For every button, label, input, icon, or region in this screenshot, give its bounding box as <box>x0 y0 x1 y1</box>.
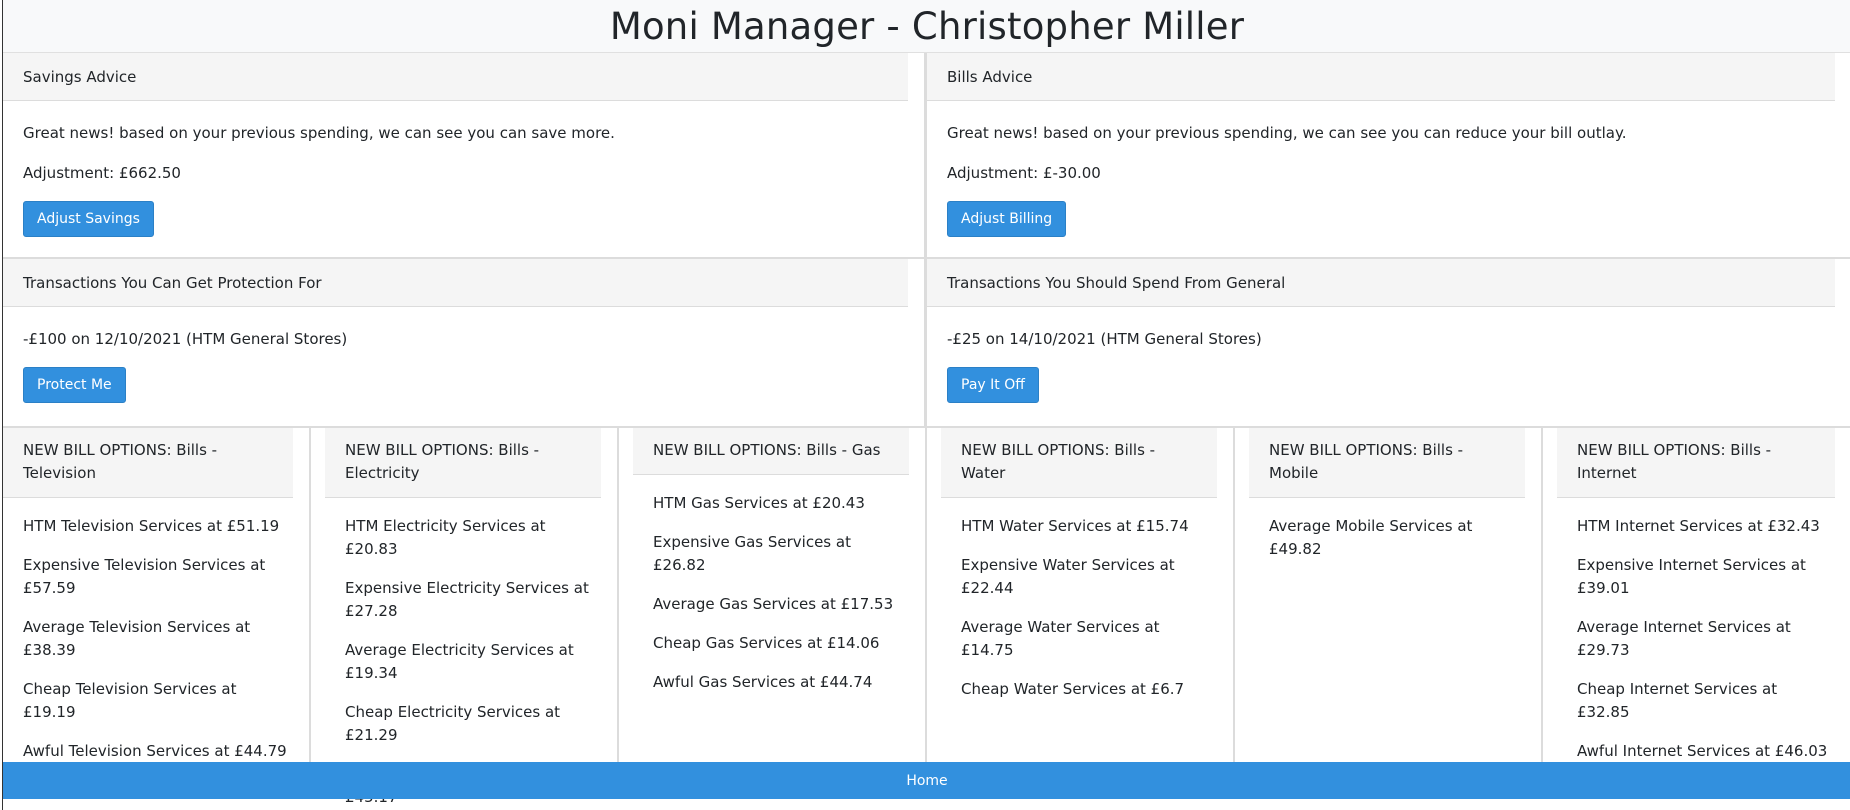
bill-option-item: Average Water Services at £14.75 <box>961 618 1160 659</box>
bill-option-item: HTM Internet Services at £32.43 <box>1577 517 1820 535</box>
bill-option-item: Expensive Electricity Services at £27.28 <box>345 579 589 620</box>
transactions-row: Transactions You Can Get Protection For … <box>3 259 1850 428</box>
adjust-billing-button[interactable]: Adjust Billing <box>947 201 1067 237</box>
bill-option-item: Awful Gas Services at £44.74 <box>653 673 873 691</box>
bills-adjustment: Adjustment: £-30.00 <box>947 164 1101 182</box>
bill-option-item: Average Electricity Services at £19.34 <box>345 641 574 682</box>
pay-it-off-button[interactable]: Pay It Off <box>947 367 1039 403</box>
bills-advice-message: Great news! based on your previous spend… <box>947 124 1627 142</box>
bill-option-item: Expensive Television Services at £57.59 <box>23 556 266 597</box>
bill-option-item: Expensive Gas Services at £26.82 <box>653 533 851 574</box>
bill-options-gas: NEW BILL OPTIONS: Bills - Gas HTM Gas Se… <box>619 428 927 766</box>
advice-row: Savings Advice Great news! based on your… <box>3 53 1850 259</box>
bill-option-item: Average Television Services at £38.39 <box>23 618 251 659</box>
protection-transaction: -£100 on 12/10/2021 (HTM General Stores) <box>23 330 348 348</box>
footer-nav: Home <box>3 762 1850 799</box>
bill-options-row: NEW BILL OPTIONS: Bills - Television HTM… <box>3 428 1850 806</box>
bill-options-mobile: NEW BILL OPTIONS: Bills - Mobile Average… <box>1235 428 1543 766</box>
bill-option-item: Average Internet Services at £29.73 <box>1577 618 1791 659</box>
bill-options-television: NEW BILL OPTIONS: Bills - Television HTM… <box>3 428 311 766</box>
bill-options-electricity: NEW BILL OPTIONS: Bills - Electricity HT… <box>311 428 619 806</box>
bill-option-item: Awful Television Services at £44.79 <box>23 742 287 760</box>
bill-option-item: Expensive Internet Services at £39.01 <box>1577 556 1806 597</box>
bill-option-item: HTM Water Services at £15.74 <box>961 517 1189 535</box>
bill-option-item: HTM Electricity Services at £20.83 <box>345 517 546 558</box>
bill-options-list: HTM Internet Services at £32.43 Expensiv… <box>1543 498 1850 763</box>
bills-advice-body: Great news! based on your previous spend… <box>927 101 1850 237</box>
bill-option-item: Awful Internet Services at £46.03 <box>1577 742 1828 760</box>
bill-option-item: Expensive Water Services at £22.44 <box>961 556 1175 597</box>
general-transaction: -£25 on 14/10/2021 (HTM General Stores) <box>947 330 1262 348</box>
general-spend-header: Transactions You Should Spend From Gener… <box>927 259 1835 307</box>
bill-option-item: HTM Gas Services at £20.43 <box>653 494 865 512</box>
general-spend-card: Transactions You Should Spend From Gener… <box>927 259 1850 426</box>
savings-advice-body: Great news! based on your previous spend… <box>3 101 924 237</box>
savings-advice-message: Great news! based on your previous spend… <box>23 124 615 142</box>
app-root: Moni Manager - Christopher Miller Saving… <box>2 0 1850 810</box>
bill-options-header: NEW BILL OPTIONS: Bills - Television <box>3 428 293 498</box>
protection-card: Transactions You Can Get Protection For … <box>3 259 927 426</box>
bill-option-item: Cheap Television Services at £19.19 <box>23 680 237 721</box>
general-spend-body: -£25 on 14/10/2021 (HTM General Stores) … <box>927 307 1850 403</box>
protection-header: Transactions You Can Get Protection For <box>3 259 908 307</box>
bill-options-header: NEW BILL OPTIONS: Bills - Electricity <box>325 428 601 498</box>
bills-advice-card: Bills Advice Great news! based on your p… <box>927 53 1850 257</box>
bill-options-header: NEW BILL OPTIONS: Bills - Water <box>941 428 1217 498</box>
bill-option-item: HTM Television Services at £51.19 <box>23 517 280 535</box>
bill-option-item: Cheap Water Services at £6.7 <box>961 680 1185 698</box>
savings-adjustment: Adjustment: £662.50 <box>23 164 181 182</box>
home-link[interactable]: Home <box>906 773 947 789</box>
page-title: Moni Manager - Christopher Miller <box>609 4 1245 48</box>
bill-options-header: NEW BILL OPTIONS: Bills - Gas <box>633 428 909 475</box>
bill-option-item: Cheap Electricity Services at £21.29 <box>345 703 561 744</box>
savings-advice-card: Savings Advice Great news! based on your… <box>3 53 927 257</box>
bill-options-list: Average Mobile Services at £49.82 <box>1235 498 1541 561</box>
bill-option-item: Cheap Internet Services at £32.85 <box>1577 680 1778 721</box>
bill-options-list: HTM Gas Services at £20.43 Expensive Gas… <box>619 475 925 694</box>
bill-options-list: HTM Television Services at £51.19 Expens… <box>3 498 309 763</box>
bill-options-water: NEW BILL OPTIONS: Bills - Water HTM Wate… <box>927 428 1235 766</box>
adjust-savings-button[interactable]: Adjust Savings <box>23 201 154 237</box>
bill-options-header: NEW BILL OPTIONS: Bills - Internet <box>1557 428 1835 498</box>
bill-option-item: Average Mobile Services at £49.82 <box>1269 517 1473 558</box>
bill-options-list: HTM Water Services at £15.74 Expensive W… <box>927 498 1233 701</box>
top-bar: Moni Manager - Christopher Miller <box>3 0 1850 53</box>
bills-advice-header: Bills Advice <box>927 53 1835 101</box>
bill-option-item: Cheap Gas Services at £14.06 <box>653 634 880 652</box>
protect-me-button[interactable]: Protect Me <box>23 367 126 403</box>
bill-option-item: Average Gas Services at £17.53 <box>653 595 894 613</box>
bill-options-header: NEW BILL OPTIONS: Bills - Mobile <box>1249 428 1525 498</box>
bill-options-internet: NEW BILL OPTIONS: Bills - Internet HTM I… <box>1543 428 1850 766</box>
savings-advice-header: Savings Advice <box>3 53 908 101</box>
protection-body: -£100 on 12/10/2021 (HTM General Stores)… <box>3 307 924 403</box>
